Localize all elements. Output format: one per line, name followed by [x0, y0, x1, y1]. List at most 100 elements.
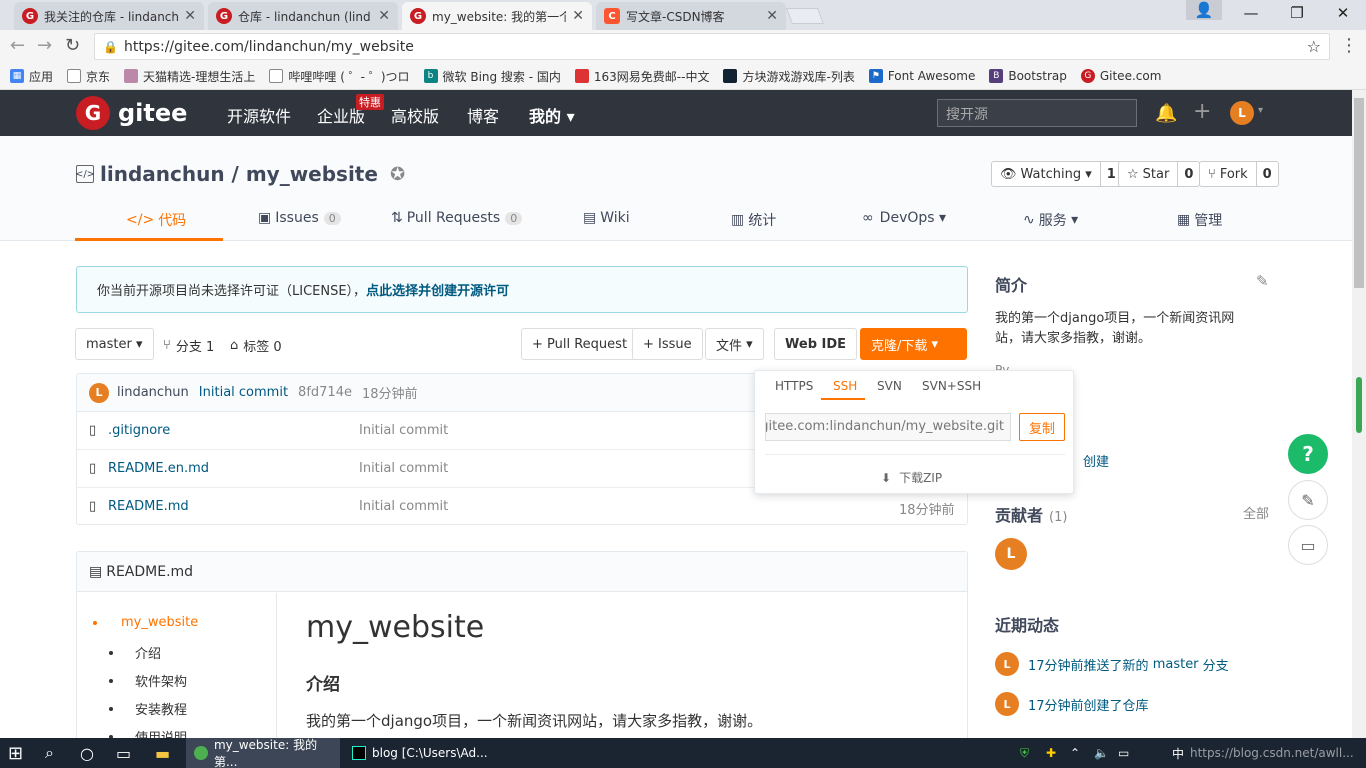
clone-tab-svn-ssh[interactable]: SVN+SSH	[922, 379, 981, 393]
feedback-edit-icon[interactable]: ✎	[1288, 480, 1328, 520]
reload-icon[interactable]: ↻	[65, 35, 80, 56]
edit-icon[interactable]: ✎	[1256, 272, 1269, 290]
close-icon[interactable]: ✕	[378, 8, 390, 24]
nav-opensource[interactable]: 开源软件	[227, 103, 291, 127]
fork-button[interactable]: ⑂ Fork 0	[1199, 161, 1279, 187]
clone-tab-svn[interactable]: SVN	[877, 379, 902, 393]
toc-item[interactable]: my_website	[93, 615, 198, 630]
chevron-down-icon[interactable]: ▾	[1258, 105, 1263, 116]
contributors-all-link[interactable]: 全部	[1243, 503, 1269, 522]
toc-item[interactable]: 软件架构	[109, 671, 187, 690]
browser-tab[interactable]: G 仓库 - lindanchun (lind ✕	[208, 2, 398, 30]
help-icon[interactable]: ?	[1288, 434, 1328, 474]
bookmark-item[interactable]: 天猫精选-理想生活上	[124, 68, 255, 85]
tab-wiki[interactable]: ▤ Wiki	[583, 210, 630, 226]
close-icon[interactable]: ✕	[766, 8, 778, 24]
file-dropdown[interactable]: 文件 ▾	[705, 328, 764, 360]
tab-code[interactable]: </> 代码	[126, 210, 186, 230]
tags-link[interactable]: ⌂ 标签 0	[230, 336, 282, 355]
commit-message[interactable]: Initial commit	[199, 385, 288, 400]
branches-link[interactable]: ⑂ 分支 1	[163, 336, 214, 355]
back-icon[interactable]: ←	[10, 35, 25, 56]
taskbar-chrome-item[interactable]: my_website: 我的第...	[186, 738, 340, 768]
window-close-button[interactable]: ✕	[1320, 0, 1366, 26]
copy-button[interactable]: 复制	[1019, 413, 1065, 441]
tab-issues[interactable]: ▣ Issues 0	[258, 210, 341, 226]
new-pull-request-button[interactable]: + Pull Request	[521, 328, 639, 360]
browser-tab-active[interactable]: G my_website: 我的第一个 ✕	[402, 2, 592, 30]
profile-icon[interactable]: 👤	[1186, 0, 1222, 20]
file-commit-msg[interactable]: Initial commit	[359, 461, 448, 476]
file-name[interactable]: README.en.md	[108, 461, 209, 476]
web-ide-button[interactable]: Web IDE	[774, 328, 858, 360]
bookmark-star-icon[interactable]: ☆	[1307, 37, 1321, 56]
bookmark-apps[interactable]: ▦ 应用	[10, 68, 53, 85]
browser-tab[interactable]: C 写文章-CSDN博客 ✕	[596, 2, 786, 30]
minimize-button[interactable]: —	[1228, 0, 1274, 26]
create-link[interactable]: 创建	[1083, 451, 1109, 470]
tab-pull-requests[interactable]: ⇅ Pull Requests 0	[391, 210, 523, 226]
tray-arrow-icon[interactable]: ⌃	[1070, 738, 1080, 768]
file-name[interactable]: .gitignore	[108, 423, 170, 438]
activity-branch-link[interactable]: master	[1153, 657, 1199, 672]
bookmark-item[interactable]: 163网易免费邮--中文	[574, 68, 709, 85]
license-link[interactable]: 点此选择并创建开源许可	[366, 280, 509, 299]
branch-select[interactable]: master ▾	[75, 328, 154, 360]
task-view-icon[interactable]: ▭	[116, 738, 131, 768]
maximize-button[interactable]: ❐	[1274, 0, 1320, 26]
toc-item[interactable]: 介绍	[109, 643, 161, 662]
tab-stats[interactable]: ▥ 统计	[731, 210, 776, 230]
bell-icon[interactable]: 🔔	[1155, 103, 1177, 124]
cortana-icon[interactable]: ○	[80, 738, 94, 768]
menu-icon[interactable]: ⋮	[1340, 35, 1358, 56]
clone-tab-ssh[interactable]: SSH	[833, 379, 857, 393]
comment-icon[interactable]: ▭	[1288, 525, 1328, 565]
bookmark-item[interactable]: 哔哩哔哩 ( ゜- ゜)つロ	[269, 68, 410, 85]
nav-education[interactable]: 高校版	[391, 103, 439, 127]
new-issue-button[interactable]: + Issue	[632, 328, 703, 360]
bookmark-item[interactable]: 方块游戏游戏库-列表	[723, 68, 855, 85]
taskbar-pycharm-item[interactable]: blog [C:\Users\Ad...	[344, 738, 494, 768]
search-input[interactable]: 搜开源	[937, 99, 1137, 127]
bookmark-item[interactable]: 京东	[67, 68, 110, 85]
file-name[interactable]: README.md	[108, 499, 189, 514]
gitee-logo[interactable]: G gitee	[76, 96, 187, 130]
clone-url-field[interactable]: git@gitee.com:lindanchun/my_website.git	[765, 413, 1011, 441]
clone-tab-https[interactable]: HTTPS	[775, 379, 813, 393]
windows-start-icon[interactable]: ⊞	[8, 738, 23, 768]
commit-hash[interactable]: 8fd714e	[298, 385, 352, 400]
close-icon[interactable]: ✕	[184, 8, 196, 24]
close-icon[interactable]: ✕	[572, 8, 584, 24]
security-icon[interactable]: ⛨	[1020, 738, 1029, 768]
forward-icon[interactable]: →	[37, 35, 52, 56]
nav-blog[interactable]: 博客	[467, 103, 499, 127]
repo-owner-link[interactable]: lindanchun	[100, 162, 225, 186]
bookmark-item[interactable]: b 微软 Bing 搜索 - 国内	[423, 68, 561, 85]
download-zip-link[interactable]: ⬇ 下载ZIP	[881, 469, 942, 486]
volume-icon[interactable]: 🔈	[1094, 738, 1109, 768]
folder-icon[interactable]: ▬	[155, 738, 170, 768]
watch-button[interactable]: 👁 Watching ▾ 1	[991, 161, 1123, 187]
star-button[interactable]: ☆ Star 0	[1118, 161, 1201, 187]
ime-indicator[interactable]: 中	[1172, 738, 1184, 768]
clone-download-button[interactable]: 克隆/下载 ▾	[860, 328, 967, 360]
repo-name-link[interactable]: my_website	[246, 162, 378, 186]
browser-tab[interactable]: G 我关注的仓库 - lindanch ✕	[14, 2, 204, 30]
scrollbar-thumb[interactable]	[1354, 98, 1364, 288]
contributor-avatar[interactable]: L	[995, 538, 1027, 570]
page-scrollbar[interactable]	[1352, 90, 1366, 738]
tab-manage[interactable]: ▦ 管理	[1177, 210, 1222, 230]
bookmark-item[interactable]: ⚑ Font Awesome	[868, 69, 975, 83]
commit-author[interactable]: lindanchun	[117, 385, 189, 400]
tray-plus-icon[interactable]: ✚	[1046, 738, 1056, 768]
nav-mine[interactable]: 我的 ▾	[529, 103, 575, 127]
search-icon[interactable]: ⌕	[45, 738, 54, 768]
user-avatar[interactable]: L	[1230, 101, 1254, 125]
file-commit-msg[interactable]: Initial commit	[359, 423, 448, 438]
bookmark-item[interactable]: B Bootstrap	[989, 69, 1067, 83]
plus-icon[interactable]: +	[1193, 99, 1211, 124]
tab-services[interactable]: ∿ 服务 ▾	[1023, 210, 1078, 230]
url-field[interactable]: 🔒 https://gitee.com/lindanchun/my_websit…	[94, 33, 1330, 60]
tab-devops[interactable]: ∞ DevOps ▾	[862, 210, 946, 226]
network-icon[interactable]: ▭	[1118, 738, 1129, 768]
